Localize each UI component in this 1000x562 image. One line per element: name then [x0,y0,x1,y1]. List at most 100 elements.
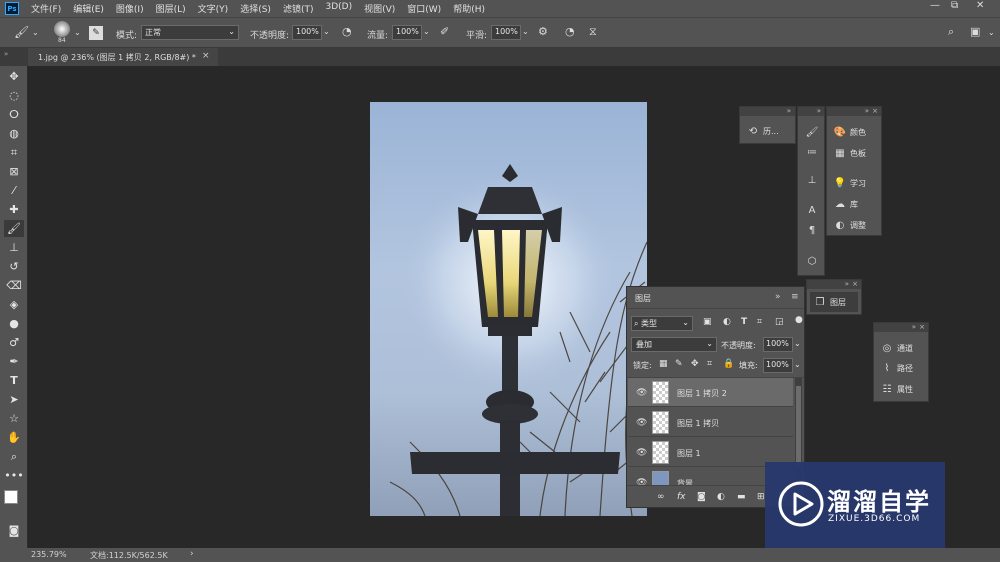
history-brush-tool-icon[interactable]: ↺ [4,258,24,275]
smart-object-filter-icon[interactable]: ◲ [775,317,784,327]
close-tab-icon[interactable]: × [202,51,210,61]
layer-opacity-field[interactable]: 100% [763,337,793,352]
collapse-icon[interactable]: » [775,292,781,302]
brush-settings-panel-icon[interactable]: 🖌 [805,127,819,138]
menu-item[interactable]: 文字(Y) [192,2,235,15]
minimize-icon[interactable]: — [930,0,940,11]
hand-tool-icon[interactable]: ✋ [4,429,24,446]
shape-filter-icon[interactable]: ⌗ [757,317,762,327]
fill-field[interactable]: 100% [763,358,793,373]
filter-kind-select[interactable]: ⌕ 类型 ⌄ [631,316,693,331]
flow-field[interactable]: 100% [392,25,422,40]
menu-item[interactable]: 帮助(H) [447,2,491,15]
learn-panel-item[interactable]: 💡 学习 [833,178,866,189]
shape-tool-icon[interactable]: ☆ [4,410,24,427]
blend-mode-select[interactable]: 叠加 ⌄ [631,337,717,352]
document-image[interactable] [370,102,647,516]
move-tool-icon[interactable]: ✥ [4,68,24,85]
lock-artboard-icon[interactable]: ⌗ [707,359,712,369]
visibility-eye-icon[interactable]: 👁 [636,418,647,428]
blur-tool-icon[interactable]: ● [4,315,24,332]
chevron-down-icon[interactable]: ⌄ [74,28,81,37]
menu-item[interactable]: 3D(D) [319,2,358,15]
fx-icon[interactable]: fx [677,492,686,502]
edit-toolbar-icon[interactable]: ••• [4,467,24,484]
chevron-down-icon[interactable]: ⌄ [522,27,529,36]
menu-item[interactable]: 选择(S) [234,2,277,15]
frame-tool-icon[interactable]: ⊠ [4,163,24,180]
panel-menu-icon[interactable]: ≡ [791,292,799,302]
chevron-down-icon[interactable]: ⌄ [323,27,330,36]
pressure-size-icon[interactable]: ◔ [565,25,575,38]
zoom-tool-icon[interactable]: ⌕ [4,448,24,465]
libraries-panel-item[interactable]: ☁ 库 [833,199,858,210]
visibility-eye-icon[interactable]: 👁 [636,448,647,458]
color-panel-item[interactable]: 🎨 颜色 [833,127,866,138]
layer-row[interactable]: 👁 图层 1 拷贝 [628,408,793,437]
lasso-tool-icon[interactable]: ⵔ [4,106,24,123]
eraser-tool-icon[interactable]: ⌫ [4,277,24,294]
zoom-level[interactable]: 235.79% [31,550,67,559]
brushes-panel-icon[interactable]: ≔ [805,147,819,158]
chevron-down-icon[interactable]: ⌄ [794,339,801,348]
crop-tool-icon[interactable]: ⌗ [4,144,24,161]
brush-tool-icon[interactable]: 🖌 [4,220,24,237]
new-adjustment-layer-icon[interactable]: ◐ [717,492,725,502]
pixel-filter-icon[interactable]: ▣ [703,317,712,327]
layer-row[interactable]: 👁 图层 1 拷贝 2 [628,378,793,407]
menu-item[interactable]: 滤镜(T) [277,2,320,15]
path-select-tool-icon[interactable]: ➤ [4,391,24,408]
chevron-down-icon[interactable]: ⌄ [423,27,430,36]
pen-tool-icon[interactable]: ✒ [4,353,24,370]
gear-icon[interactable]: ⚙ [538,25,548,38]
brush-tool-icon[interactable]: 🖌 [14,25,29,39]
menu-item[interactable]: 图层(L) [150,2,192,15]
menu-item[interactable]: 文件(F) [25,2,67,15]
type-tool-icon[interactable]: T [4,372,24,389]
healing-brush-tool-icon[interactable]: ✚ [4,201,24,218]
paint-bucket-tool-icon[interactable]: ◈ [4,296,24,313]
mode-select[interactable]: 正常 ⌄ [141,25,239,40]
chevron-down-icon[interactable]: ⌄ [794,360,801,369]
eyedropper-tool-icon[interactable]: ⁄ [4,182,24,199]
toolbar-collapse-icon[interactable]: » [0,48,28,66]
foreground-color-swatch[interactable] [4,490,18,504]
lock-position-icon[interactable]: ✥ [691,359,699,369]
pressure-opacity-icon[interactable]: ◔ [342,25,352,38]
history-panel-collapsed[interactable]: » ⟲ 历... [739,106,796,144]
filter-toggle-icon[interactable]: ● [795,315,803,325]
brush-preview[interactable] [54,21,70,37]
restore-icon[interactable]: ⧉ [951,0,958,11]
link-layers-icon[interactable]: ∞ [657,492,665,502]
symmetry-icon[interactable]: ⧖ [589,25,597,39]
lock-transparent-icon[interactable]: ▦ [659,359,668,369]
adjustments-panel-item[interactable]: ◐ 调整 [833,220,866,231]
type-filter-icon[interactable]: T [741,317,747,327]
clone-stamp-tool-icon[interactable]: ⊥ [4,239,24,256]
menu-item[interactable]: 视图(V) [358,2,401,15]
properties-panel-item[interactable]: ☷ 属性 [880,384,913,395]
visibility-eye-icon[interactable]: 👁 [636,478,647,485]
smoothing-field[interactable]: 100% [491,25,521,40]
quick-select-tool-icon[interactable]: ◍ [4,125,24,142]
opacity-field[interactable]: 100% [292,25,322,40]
new-group-icon[interactable]: ▬ [737,492,746,502]
clone-source-icon[interactable]: ⊥ [805,175,819,186]
layers-panel-collapsed[interactable]: » × ❒ 图层 [806,279,862,315]
lock-all-icon[interactable]: 🔒 [723,359,734,369]
swatches-panel-item[interactable]: ▦ 色板 [833,148,866,159]
character-panel-icon[interactable]: A [805,205,819,216]
adjustment-filter-icon[interactable]: ◐ [723,317,731,327]
menu-item[interactable]: 图像(I) [110,2,150,15]
menu-item[interactable]: 窗口(W) [401,2,447,15]
channels-panel-item[interactable]: ◎ 通道 [880,343,913,354]
close-window-icon[interactable]: ✕ [976,0,984,11]
new-layer-icon[interactable]: ⊞ [757,492,765,502]
paths-panel-item[interactable]: ⌇ 路径 [880,363,913,374]
lock-pixels-icon[interactable]: ✎ [675,359,683,369]
search-icon[interactable]: ⌕ [948,25,954,39]
dodge-tool-icon[interactable]: ♂ [4,334,24,351]
quick-mask-icon[interactable]: ◙ [4,522,24,539]
chevron-down-icon[interactable]: ⌄ [988,28,995,37]
workspace-icon[interactable]: ▣ [970,25,980,38]
